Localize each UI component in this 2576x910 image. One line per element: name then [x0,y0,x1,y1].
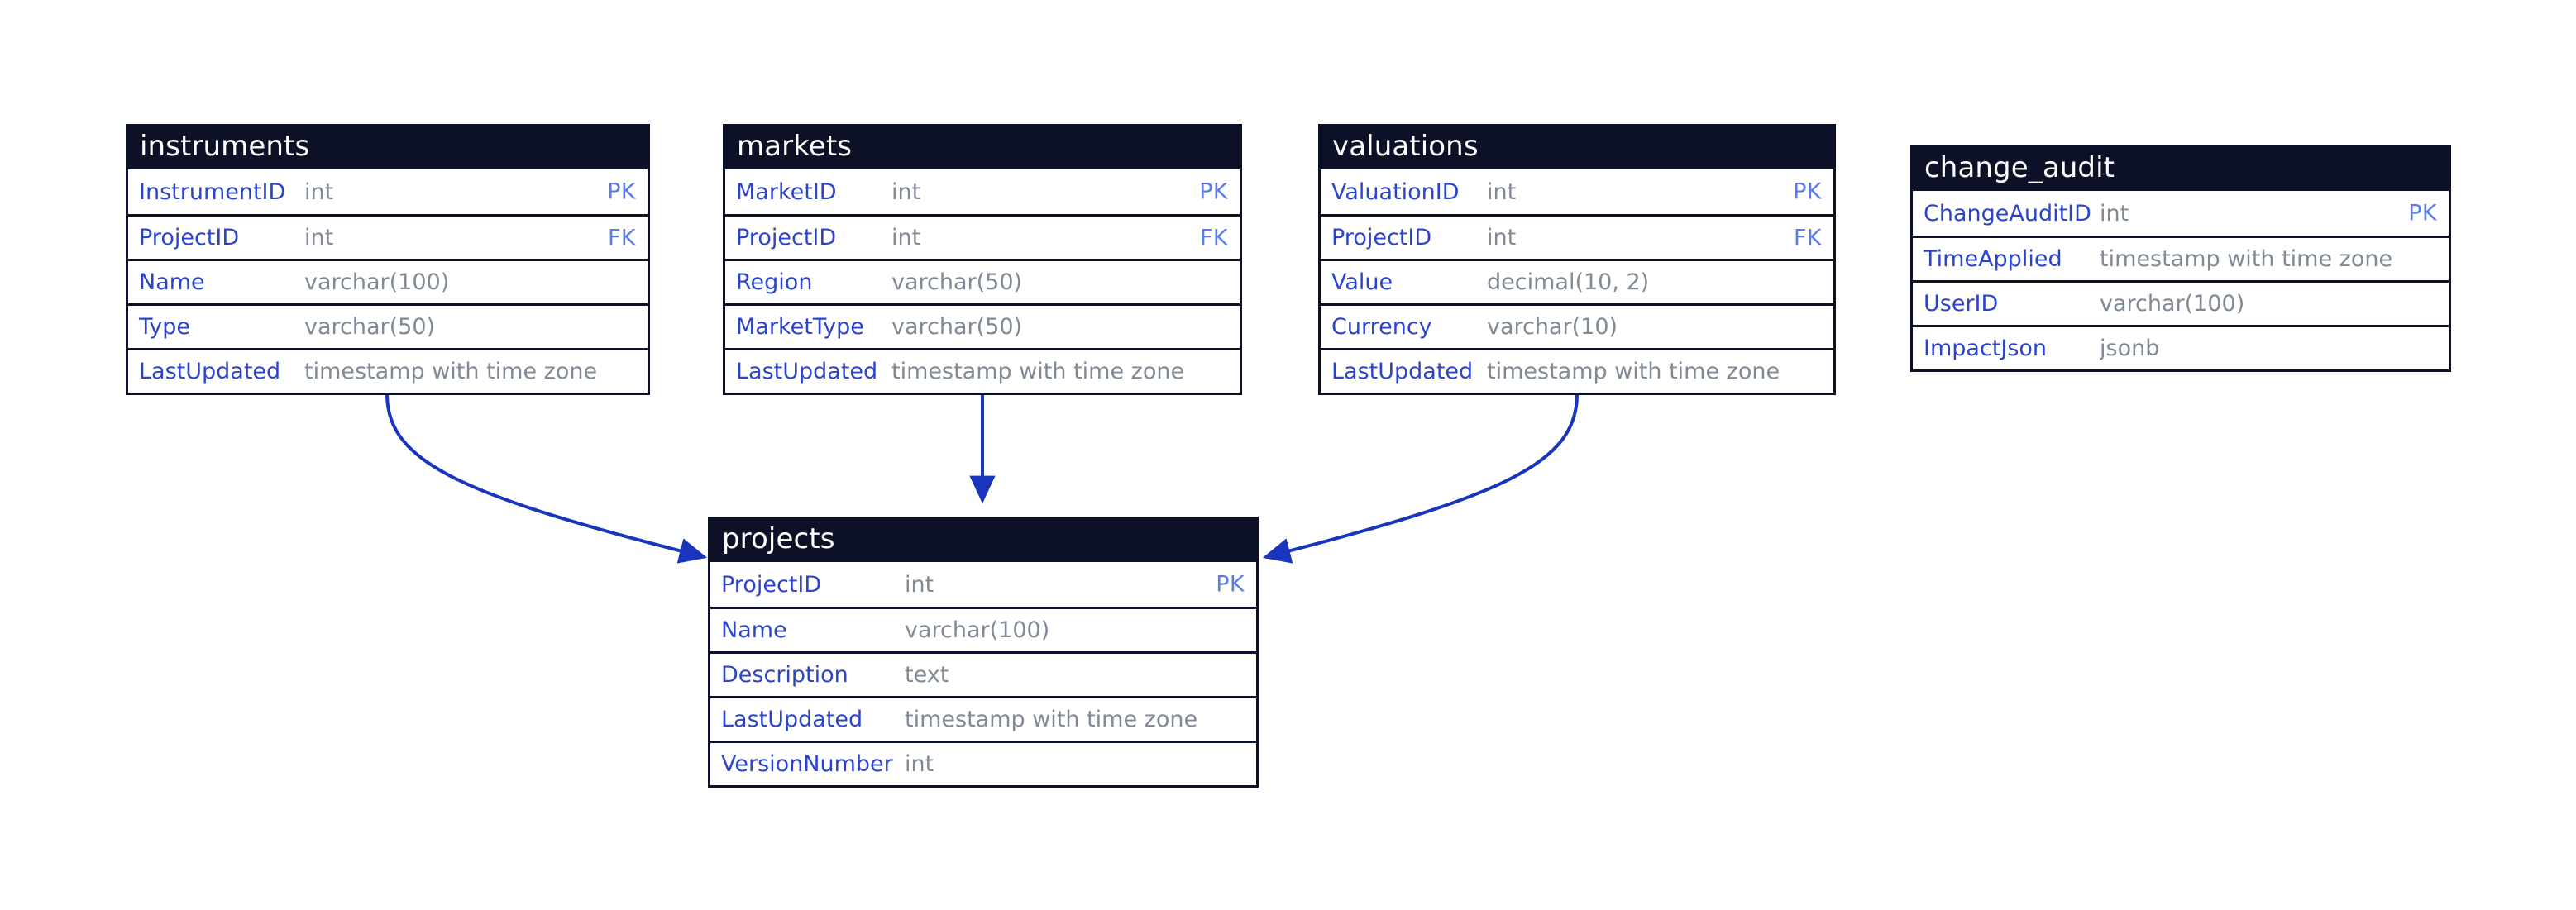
attribute-name: Value [1331,269,1393,295]
attribute-type: int [304,225,334,250]
attribute-name: MarketType [736,314,864,340]
entity-table-instruments[interactable]: instruments InstrumentID int PK ProjectID int… [126,124,650,395]
attribute-row[interactable]: Name varchar(100) [128,259,648,303]
attribute-list: InstrumentID int PK ProjectID int FK Name varch… [128,169,648,393]
attribute-type: timestamp with time zone [905,707,1198,732]
primary-key-badge: PK [2408,200,2437,226]
attribute-name: Name [721,617,787,643]
entity-table-projects[interactable]: projects ProjectID int PK Name varchar(100) De… [708,517,1259,788]
er-diagram-canvas: instruments InstrumentID int PK ProjectID int… [0,0,2576,910]
attribute-row[interactable]: ProjectID int FK [725,214,1240,259]
attribute-name: ProjectID [721,571,822,598]
attribute-name: MarketID [736,179,837,205]
attribute-row[interactable]: InstrumentID int PK [128,169,648,214]
attribute-type: varchar(50) [304,314,436,340]
attribute-row[interactable]: Currency varchar(10) [1321,303,1833,348]
entity-table-valuations[interactable]: valuations ValuationID int PK ProjectID int FK… [1318,124,1836,395]
attribute-type: varchar(50) [891,269,1023,295]
attribute-row[interactable]: ImpactJson jsonb [1913,325,2449,369]
attribute-name: ProjectID [736,225,837,250]
attribute-type: int [905,751,934,777]
attribute-list: ValuationID int PK ProjectID int FK Value decim… [1321,169,1833,393]
attribute-type: varchar(100) [2100,291,2245,317]
attribute-row[interactable]: Name varchar(100) [710,607,1256,651]
attribute-type: int [891,179,921,205]
attribute-name: ImpactJson [1924,336,2048,361]
attribute-type: timestamp with time zone [304,359,598,384]
primary-key-badge: PK [607,179,636,205]
attribute-name: Region [736,269,813,295]
attribute-row[interactable]: LastUpdated timestamp with time zone [128,348,648,393]
entity-title-change_audit: change_audit [1913,145,2449,191]
attribute-name: LastUpdated [736,359,878,384]
entity-table-markets[interactable]: markets MarketID int PK ProjectID int FK Region… [723,124,1242,395]
attribute-row[interactable]: MarketID int PK [725,169,1240,214]
attribute-type: varchar(100) [304,269,450,295]
attribute-name: LastUpdated [139,359,281,384]
relationship-edge-instruments-to-projects [385,393,708,564]
attribute-row[interactable]: ProjectID int FK [1321,214,1833,259]
attribute-row[interactable]: Type varchar(50) [128,303,648,348]
attribute-row[interactable]: UserID varchar(100) [1913,280,2449,325]
relationship-edge-valuations-to-projects [1262,393,1579,564]
entity-title-instruments: instruments [128,124,648,169]
attribute-name: Currency [1331,314,1432,340]
attribute-type: int [1487,179,1517,205]
attribute-list: ChangeAuditID int PK TimeApplied timestamp w… [1913,191,2449,369]
attribute-row[interactable]: VersionNumber int [710,741,1256,785]
attribute-name: VersionNumber [721,751,893,777]
attribute-name: LastUpdated [721,707,863,732]
primary-key-badge: PK [1199,179,1228,205]
attribute-type: varchar(100) [905,617,1050,643]
primary-key-badge: PK [1793,179,1822,205]
attribute-type: timestamp with time zone [2100,246,2393,272]
attribute-row[interactable]: LastUpdated timestamp with time zone [725,348,1240,393]
attribute-name: ProjectID [1331,225,1432,250]
attribute-type: text [905,662,949,688]
foreign-key-badge: FK [1199,225,1228,250]
attribute-row[interactable]: ProjectID int FK [128,214,648,259]
attribute-type: timestamp with time zone [1487,359,1780,384]
attribute-type: varchar(10) [1487,314,1618,340]
attribute-name: ValuationID [1331,179,1460,205]
attribute-type: int [304,179,334,205]
attribute-list: ProjectID int PK Name varchar(100) Descriptio… [710,562,1256,785]
attribute-type: int [2100,200,2129,226]
attribute-type: decimal(10, 2) [1487,269,1650,295]
attribute-name: ProjectID [139,225,240,250]
attribute-row[interactable]: ChangeAuditID int PK [1913,191,2449,236]
entity-table-change_audit[interactable]: change_audit ChangeAuditID int PK TimeApplie… [1910,145,2451,372]
attribute-name: UserID [1924,291,1999,317]
attribute-name: TimeApplied [1924,246,2062,272]
attribute-row[interactable]: ValuationID int PK [1321,169,1833,214]
attribute-name: Name [139,269,205,295]
attribute-name: Type [139,314,191,340]
attribute-row[interactable]: LastUpdated timestamp with time zone [710,696,1256,741]
attribute-row[interactable]: ProjectID int PK [710,562,1256,607]
entity-title-projects: projects [710,517,1256,562]
primary-key-badge: PK [1216,571,1245,598]
attribute-type: timestamp with time zone [891,359,1185,384]
attribute-row[interactable]: Description text [710,651,1256,696]
attribute-list: MarketID int PK ProjectID int FK Region varchar… [725,169,1240,393]
foreign-key-badge: FK [607,225,636,250]
attribute-type: int [1487,225,1517,250]
attribute-row[interactable]: LastUpdated timestamp with time zone [1321,348,1833,393]
entity-title-markets: markets [725,124,1240,169]
attribute-type: int [891,225,921,250]
attribute-row[interactable]: TimeApplied timestamp with time zone [1913,236,2449,280]
attribute-row[interactable]: Region varchar(50) [725,259,1240,303]
attribute-row[interactable]: Value decimal(10, 2) [1321,259,1833,303]
attribute-row[interactable]: MarketType varchar(50) [725,303,1240,348]
attribute-name: LastUpdated [1331,359,1474,384]
entity-title-valuations: valuations [1321,124,1833,169]
attribute-name: ChangeAuditID [1924,200,2091,226]
attribute-type: jsonb [2100,336,2160,361]
attribute-name: Description [721,662,848,688]
attribute-name: InstrumentID [139,179,286,205]
foreign-key-badge: FK [1793,225,1822,250]
attribute-type: varchar(50) [891,314,1023,340]
attribute-type: int [905,571,934,598]
